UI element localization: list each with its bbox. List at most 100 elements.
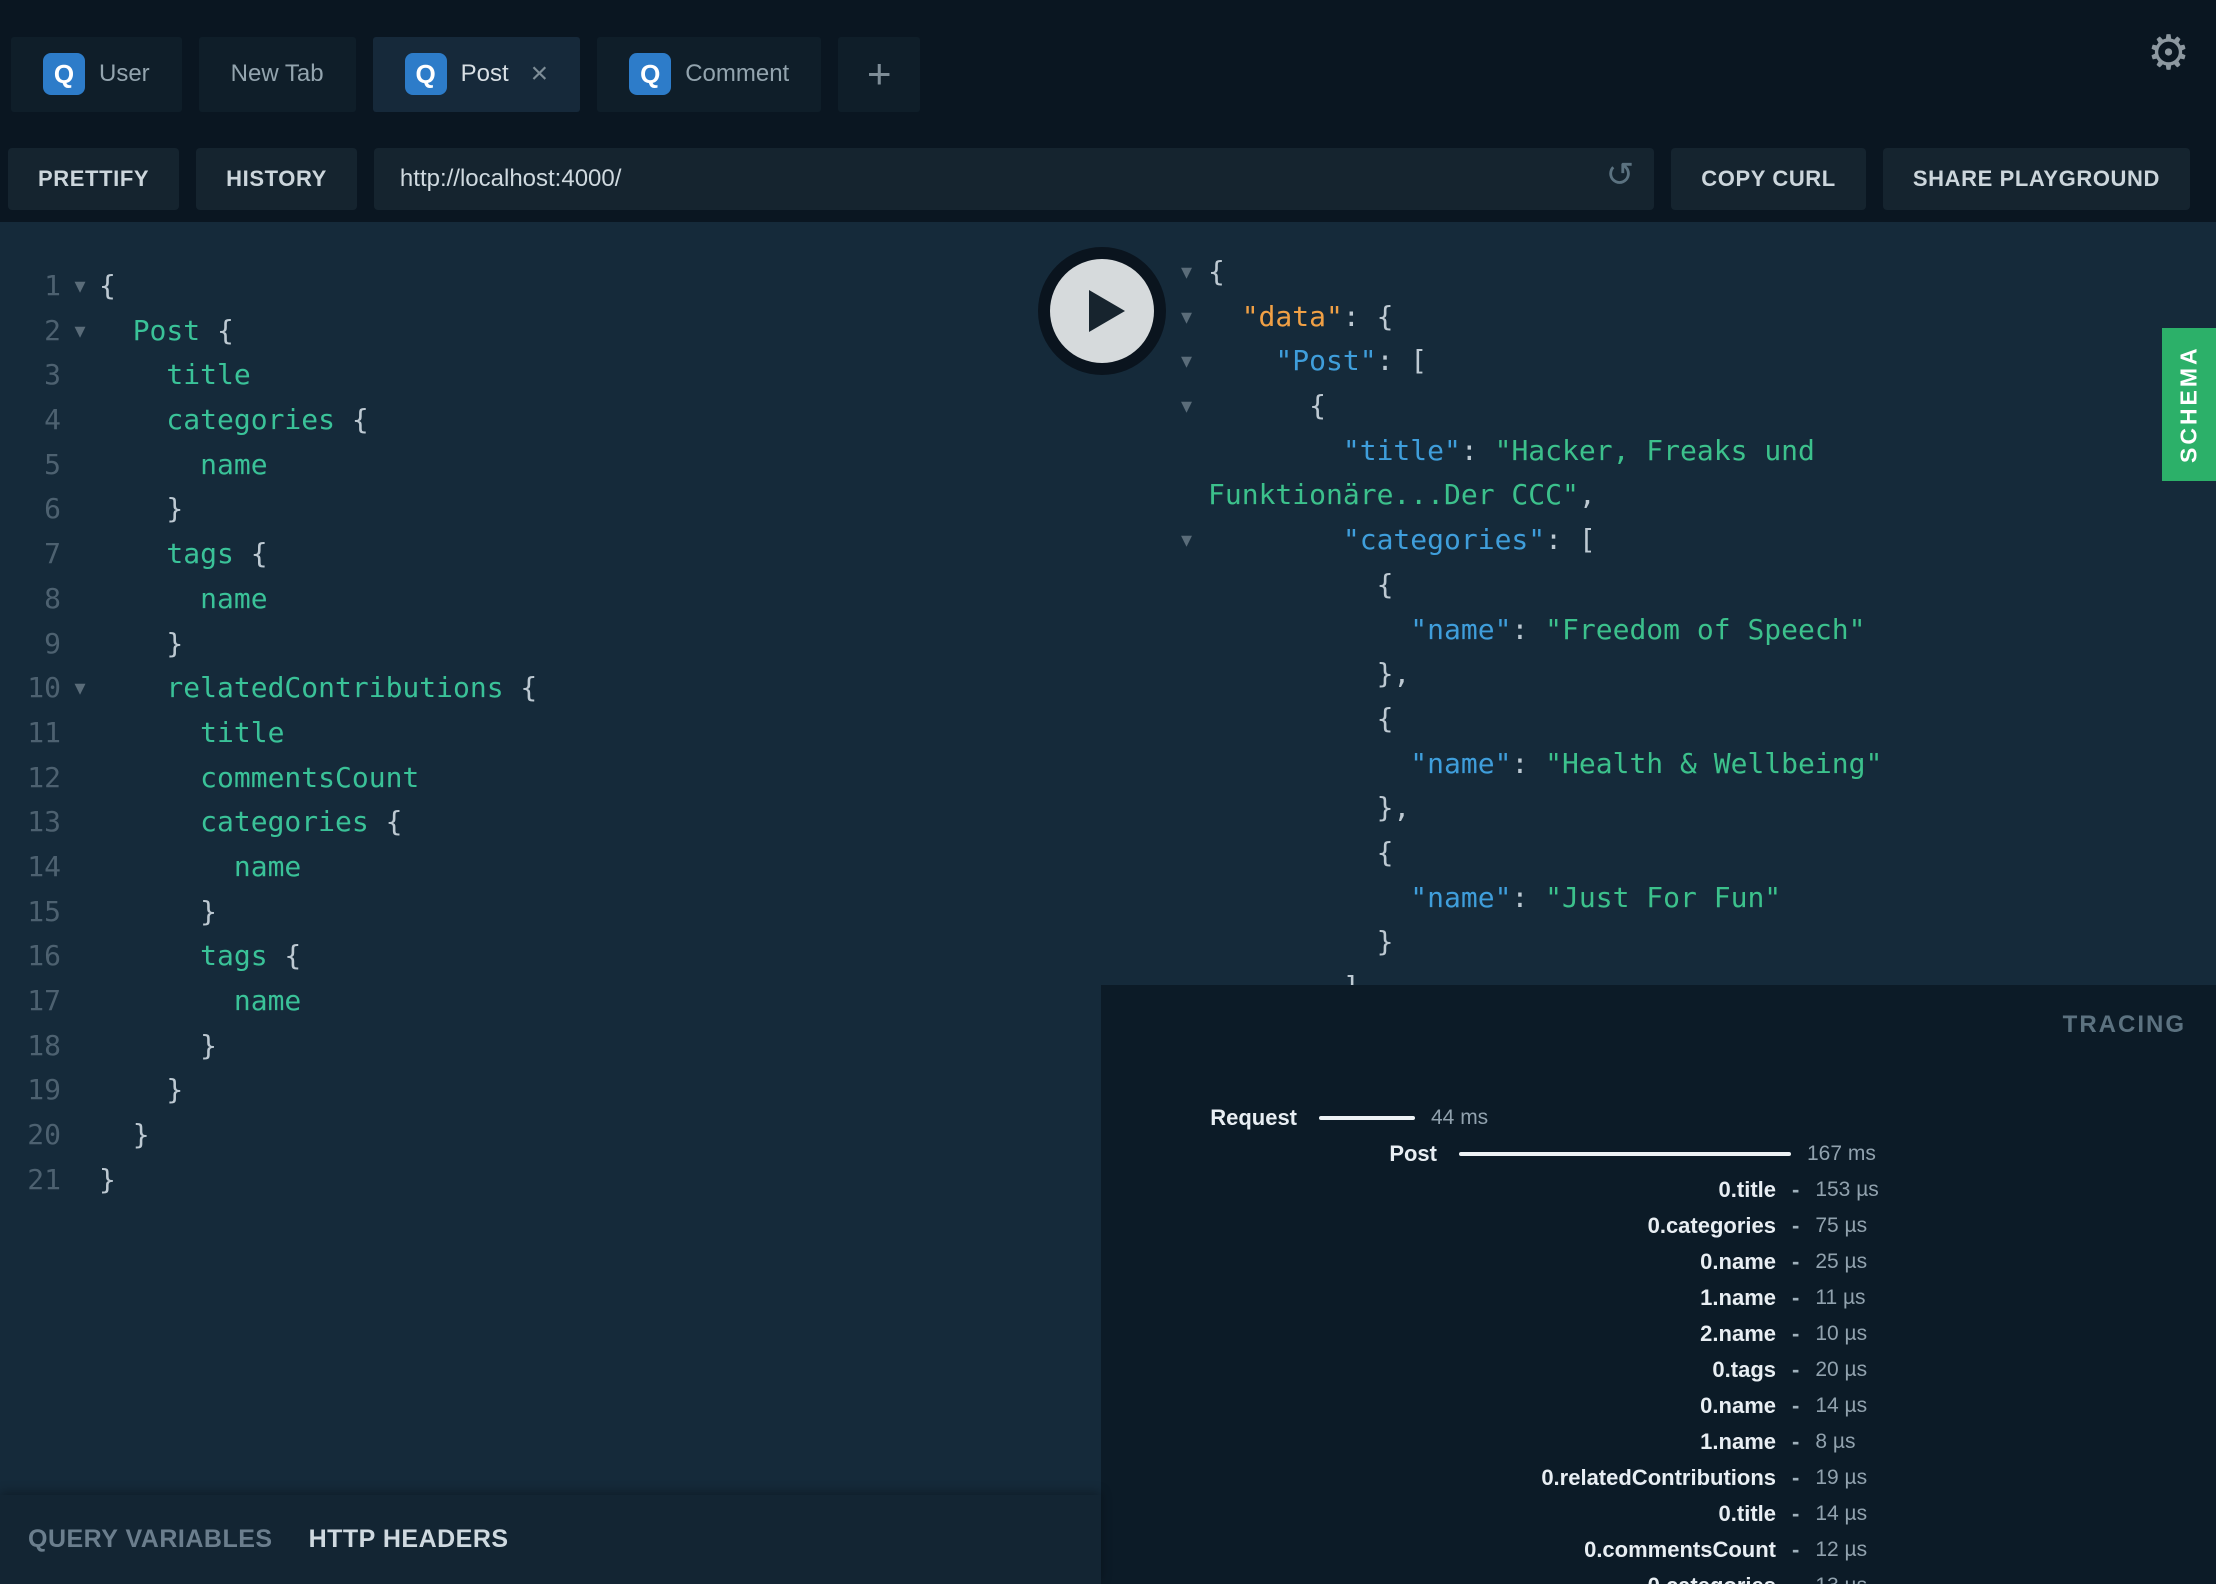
- http-headers-tab[interactable]: HTTP HEADERS: [309, 1525, 509, 1554]
- tracing-row: 0.title -14 µs: [1101, 1496, 2216, 1532]
- code-text: "categories": [: [1208, 518, 2216, 563]
- tracing-row: Post 167 ms: [1101, 1136, 2216, 1172]
- query-line[interactable]: 13 categories {: [0, 800, 1101, 845]
- tracing-dash: -: [1792, 1573, 1799, 1584]
- history-button[interactable]: HISTORY: [196, 148, 357, 210]
- query-line[interactable]: 19}: [0, 1068, 1101, 1113]
- query-line[interactable]: 9}: [0, 622, 1101, 667]
- settings-gear-icon[interactable]: ⚙: [2147, 30, 2190, 78]
- token: {: [503, 671, 538, 705]
- prettify-button[interactable]: PRETTIFY: [8, 148, 180, 210]
- tracing-time: 14 µs: [1815, 1394, 1868, 1417]
- share-playground-button[interactable]: SHARE PLAYGROUND: [1882, 148, 2190, 210]
- token: : [: [1376, 344, 1428, 378]
- query-line[interactable]: 5 name: [0, 443, 1101, 488]
- tab-post[interactable]: Q Post ×: [372, 36, 581, 112]
- tracing-time: 10 µs: [1815, 1322, 1868, 1345]
- code-text: "title": "Hacker, Freaks und: [1208, 429, 2216, 474]
- response-line: "name": "Health & Wellbeing": [1101, 742, 2216, 787]
- query-line[interactable]: 20}: [0, 1113, 1101, 1158]
- query-editor-pane[interactable]: 1 ▾{2 ▾ Post {3 title 4 categories {5 name 6} 7 ta…: [0, 222, 1101, 1495]
- token: {: [1208, 255, 1225, 288]
- token: {: [1376, 567, 1394, 601]
- query-line[interactable]: 6}: [0, 487, 1101, 532]
- tracing-dash: -: [1792, 1537, 1800, 1562]
- tracing-label: 0.title: [1718, 1501, 1776, 1526]
- tracing-bar: [1459, 1152, 1791, 1156]
- line-number: 1: [44, 269, 61, 302]
- query-variables-tab[interactable]: QUERY VARIABLES: [28, 1525, 273, 1554]
- query-line[interactable]: 11 title: [0, 711, 1101, 756]
- line-number: 21: [27, 1162, 61, 1196]
- query-line[interactable]: 2 ▾ Post {: [0, 309, 1101, 354]
- close-tab-icon[interactable]: ×: [531, 59, 549, 89]
- line-number: 5: [44, 447, 61, 481]
- tracing-dash: -: [1792, 1285, 1800, 1310]
- new-tab-button[interactable]: +: [838, 36, 921, 112]
- tab-new-tab[interactable]: New Tab: [198, 36, 356, 112]
- query-line[interactable]: 21}: [0, 1158, 1101, 1203]
- query-line[interactable]: 18}: [0, 1024, 1101, 1069]
- endpoint-url-field[interactable]: ↺: [373, 148, 1655, 210]
- tab-bar: Q User New Tab Q Post × Q Comment + ⚙: [0, 0, 2216, 136]
- tracing-dash: -: [1792, 1213, 1800, 1238]
- query-line[interactable]: 12 commentsCount: [0, 756, 1101, 801]
- query-line[interactable]: 7 tags {: [0, 532, 1101, 577]
- query-line[interactable]: 10 ▾ relatedContributions {: [0, 666, 1101, 711]
- tracing-label: 1.name: [1700, 1429, 1776, 1454]
- tracing-panel-header[interactable]: TRACING: [2063, 1011, 2186, 1039]
- tracing-row: 0.categories -75 µs: [1101, 1208, 2216, 1244]
- tracing-panel: TRACING Request 44 ms Post 167 ms 0.title -15…: [1101, 985, 2216, 1584]
- token: {: [1376, 701, 1394, 735]
- tracing-label: 0.categories: [1647, 1213, 1776, 1238]
- copy-curl-button[interactable]: COPY CURL: [1671, 148, 1866, 210]
- query-line[interactable]: 14 name: [0, 845, 1101, 890]
- reload-icon[interactable]: ↺: [1606, 158, 1635, 192]
- tracing-time: 11 µs: [1815, 1286, 1866, 1309]
- response-line: Funktionäre...Der CCC",: [1101, 473, 2216, 518]
- token: }: [166, 1073, 184, 1107]
- code-text: tags {: [99, 532, 1101, 577]
- token: {: [267, 939, 302, 973]
- query-line[interactable]: 4 categories {: [0, 398, 1101, 443]
- code-text: "name": "Just For Fun": [1208, 876, 2216, 921]
- fold-arrow-icon[interactable]: ▾: [61, 666, 99, 711]
- tracing-label: 0.name: [1700, 1393, 1776, 1418]
- line-number: 19: [27, 1073, 61, 1107]
- tracing-label: 2.name: [1700, 1321, 1776, 1346]
- execute-query-button[interactable]: [1038, 247, 1166, 375]
- fold-arrow-icon[interactable]: ▾: [1101, 384, 1208, 429]
- tracing-time: 19 µs: [1815, 1466, 1868, 1489]
- code-text: }: [99, 1113, 1101, 1158]
- token: title: [166, 358, 251, 392]
- tab-label: Comment: [685, 60, 790, 87]
- query-line[interactable]: 3 title: [0, 353, 1101, 398]
- schema-sidebar-tab[interactable]: SCHEMA: [2162, 328, 2216, 481]
- tab-list: Q User New Tab Q Post × Q Comment: [11, 36, 838, 112]
- endpoint-url-input[interactable]: [373, 165, 1655, 193]
- query-line[interactable]: 15}: [0, 890, 1101, 935]
- tab-comment[interactable]: Q Comment: [597, 36, 822, 112]
- code-text: }: [99, 1024, 1101, 1069]
- fold-arrow-icon[interactable]: ▾: [61, 309, 99, 354]
- query-line[interactable]: 8 name: [0, 577, 1101, 622]
- fold-arrow-icon[interactable]: ▾: [61, 264, 99, 309]
- fold-arrow-icon[interactable]: ▾: [1101, 518, 1208, 563]
- response-pane: ▾{▾ "data": {▾ "Post": [▾{"title": "Hacker…: [1101, 222, 2216, 985]
- query-line[interactable]: 1 ▾{: [0, 264, 1101, 309]
- tracing-dash: -: [1792, 1321, 1800, 1346]
- tracing-time: 75 µs: [1815, 1214, 1868, 1237]
- query-line[interactable]: 17 name: [0, 979, 1101, 1024]
- query-line[interactable]: 16 tags {: [0, 934, 1101, 979]
- tracing-row: 1.name -11 µs: [1101, 1280, 2216, 1316]
- tab-user[interactable]: Q User: [11, 36, 182, 112]
- token: categories: [166, 403, 335, 437]
- token: name: [200, 447, 268, 481]
